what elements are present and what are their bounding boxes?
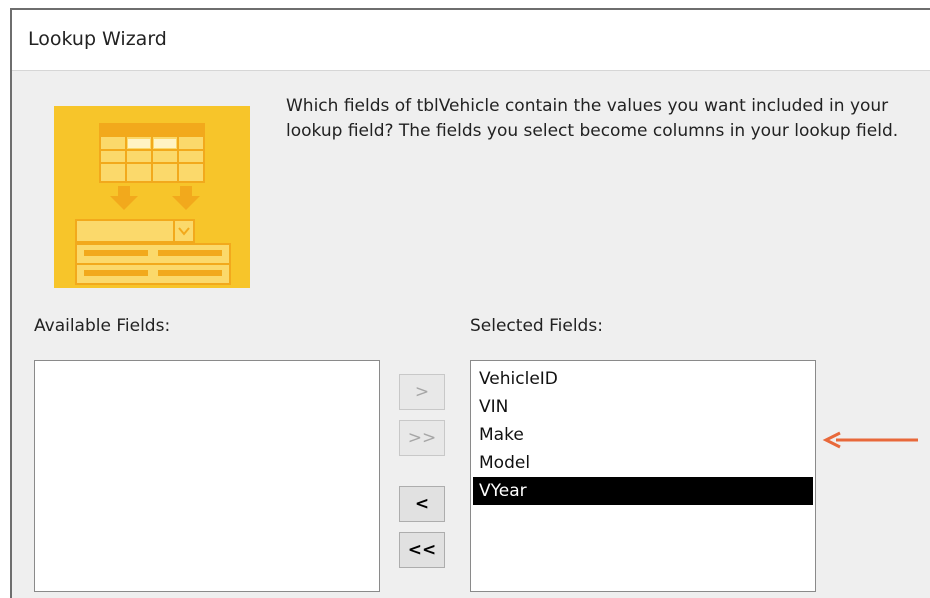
selected-fields-label: Selected Fields: xyxy=(470,316,603,336)
list-item[interactable]: Model xyxy=(473,449,813,477)
selected-fields-list[interactable]: VehicleID VIN Make Model VYear xyxy=(470,360,816,592)
arrow-left-icon xyxy=(822,431,918,449)
list-item[interactable]: VehicleID xyxy=(473,365,813,393)
add-field-button[interactable]: > xyxy=(399,374,445,410)
remove-field-button[interactable]: < xyxy=(399,486,445,522)
list-item[interactable]: VYear xyxy=(473,477,813,505)
table-lookup-illustration-icon xyxy=(54,106,250,288)
available-fields-list[interactable] xyxy=(34,360,380,592)
lookup-wizard-dialog: Lookup Wizard Which fields of tblVehicle… xyxy=(10,8,930,598)
remove-all-fields-button[interactable]: << xyxy=(399,532,445,568)
add-all-fields-button[interactable]: >> xyxy=(399,420,445,456)
list-item[interactable]: Make xyxy=(473,421,813,449)
list-item[interactable]: VIN xyxy=(473,393,813,421)
title-bar: Lookup Wizard xyxy=(12,10,930,71)
available-fields-label: Available Fields: xyxy=(34,316,171,336)
instruction-text: Which fields of tblVehicle contain the v… xyxy=(286,96,899,141)
window-title: Lookup Wizard xyxy=(28,28,167,50)
